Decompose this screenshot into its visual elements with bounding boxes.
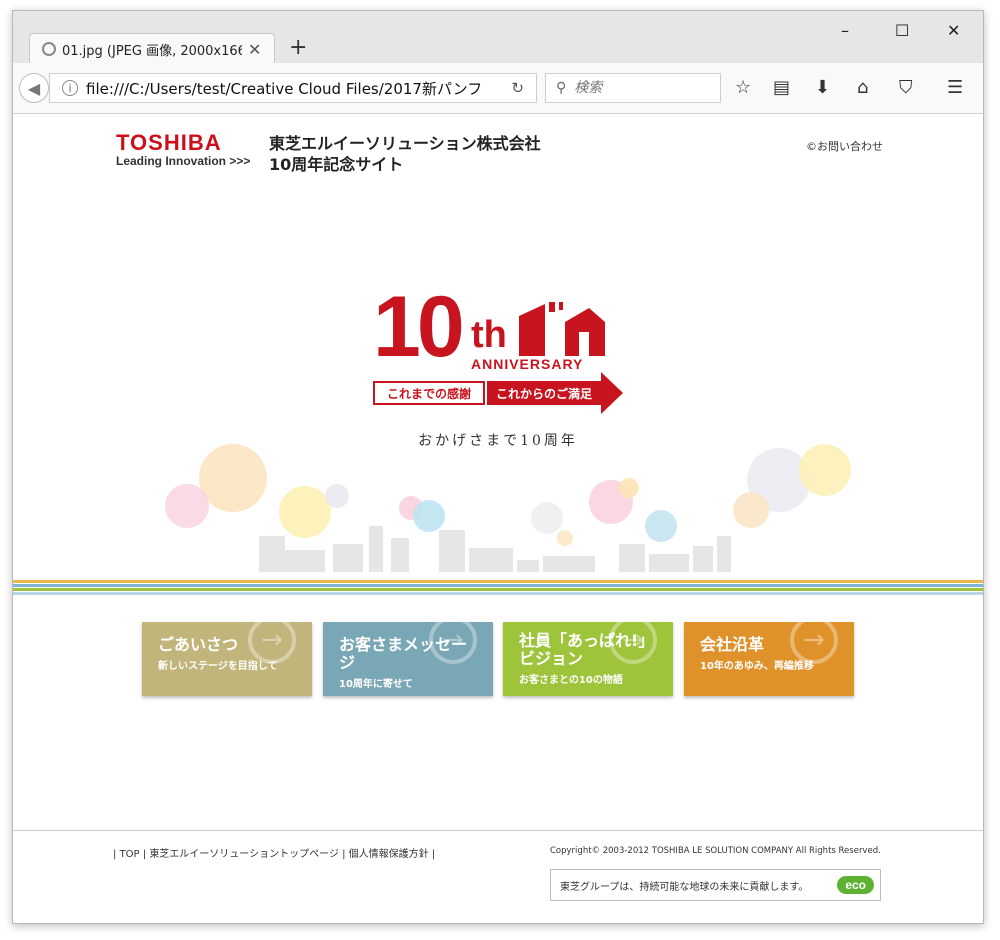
url-text[interactable]: file:///C:/Users/test/Creative Cloud Fil… xyxy=(86,78,486,99)
arrow-icon xyxy=(601,372,623,414)
close-window-button[interactable]: ✕ xyxy=(947,21,960,40)
menu-icon[interactable]: ☰ xyxy=(947,77,963,98)
customer-message-button[interactable]: → お客さまメッセージ 10周年に寄せて xyxy=(323,622,493,696)
eco-banner[interactable]: 東芝グループは、持続可能な地球の未来に貢献します。 eco xyxy=(550,869,881,901)
eco-text: 東芝グループは、持続可能な地球の未来に貢献します。 xyxy=(560,881,809,893)
new-tab-button[interactable]: + xyxy=(289,35,307,60)
customer-message-subtitle: 10周年に寄せて xyxy=(339,679,413,690)
home-icon[interactable]: ⌂ xyxy=(857,77,868,98)
minimize-button[interactable]: – xyxy=(841,21,849,40)
browser-window: 01.jpg (JPEG 画像, 2000x166 ✕ + – ☐ ✕ ◀ i … xyxy=(12,10,984,924)
loading-icon xyxy=(42,42,56,56)
cityscape-illustration xyxy=(165,444,851,572)
anniversary-suffix: th xyxy=(471,314,507,356)
anniversary-label: ANNIVERSARY xyxy=(471,356,584,372)
tab-strip: 01.jpg (JPEG 画像, 2000x166 ✕ + – ☐ ✕ xyxy=(13,11,983,64)
tagline-future: これからのご満足 xyxy=(487,381,601,405)
download-icon[interactable]: ⬇ xyxy=(815,77,830,98)
tagline-past: これまでの感謝 xyxy=(373,381,485,405)
divider-stripes xyxy=(13,580,983,596)
star-icon[interactable]: ☆ xyxy=(735,77,751,98)
url-bar[interactable]: i file:///C:/Users/test/Creative Cloud F… xyxy=(49,73,537,103)
toshiba-logo[interactable]: TOSHIBA xyxy=(116,130,222,156)
logo-tagline: Leading Innovation >>> xyxy=(116,154,251,168)
pocket-icon[interactable]: ⛉ xyxy=(899,77,913,98)
footer-link-top[interactable]: TOP xyxy=(120,849,140,860)
search-icon: ⚲ xyxy=(556,80,567,96)
contact-link[interactable]: ©お問い合わせ xyxy=(806,138,883,154)
footer-link-privacy[interactable]: 個人情報保護方針 xyxy=(349,849,429,860)
employee-vision-button[interactable]: → 社員「あっぱれ!」ビジョン お客さまとの10の物語 xyxy=(503,622,673,696)
search-input[interactable] xyxy=(572,79,707,97)
browser-tab[interactable]: 01.jpg (JPEG 画像, 2000x166 ✕ xyxy=(29,33,275,64)
footer-divider xyxy=(13,830,983,831)
search-bar[interactable]: ⚲ xyxy=(545,73,721,103)
eco-badge: eco xyxy=(837,876,874,894)
arrow-right-icon: → xyxy=(609,622,657,664)
reload-icon[interactable]: ↻ xyxy=(511,79,524,97)
site-subtitle: 10周年記念サイト xyxy=(269,155,404,174)
copyright: Copyright© 2003-2012 TOSHIBA LE SOLUTION… xyxy=(550,846,881,856)
maximize-button[interactable]: ☐ xyxy=(895,21,909,40)
anniversary-number: 10 xyxy=(373,279,465,375)
close-tab-icon[interactable]: ✕ xyxy=(248,40,261,59)
footer-links: | TOP | 東芝エルイーソリューショントップページ | 個人情報保護方針 | xyxy=(113,849,436,860)
info-icon[interactable]: i xyxy=(62,80,78,96)
back-icon[interactable]: ◀ xyxy=(19,73,49,103)
reading-list-icon[interactable]: ▤ xyxy=(773,77,790,98)
footer-link-le-solution[interactable]: 東芝エルイーソリューショントップページ xyxy=(149,849,339,860)
page-content: TOSHIBA Leading Innovation >>> 東芝エルイーソリュ… xyxy=(13,114,983,923)
company-history-button[interactable]: → 会社沿革 10年のあゆみ、再編推移 xyxy=(684,622,854,696)
greeting-button[interactable]: → ごあいさつ 新しいステージを目指して xyxy=(142,622,312,696)
employee-vision-subtitle: お客さまとの10の物語 xyxy=(519,675,623,686)
tab-title: 01.jpg (JPEG 画像, 2000x166 xyxy=(62,43,242,59)
navigation-toolbar: ◀ i file:///C:/Users/test/Creative Cloud… xyxy=(13,63,983,114)
building-icon xyxy=(519,302,605,356)
